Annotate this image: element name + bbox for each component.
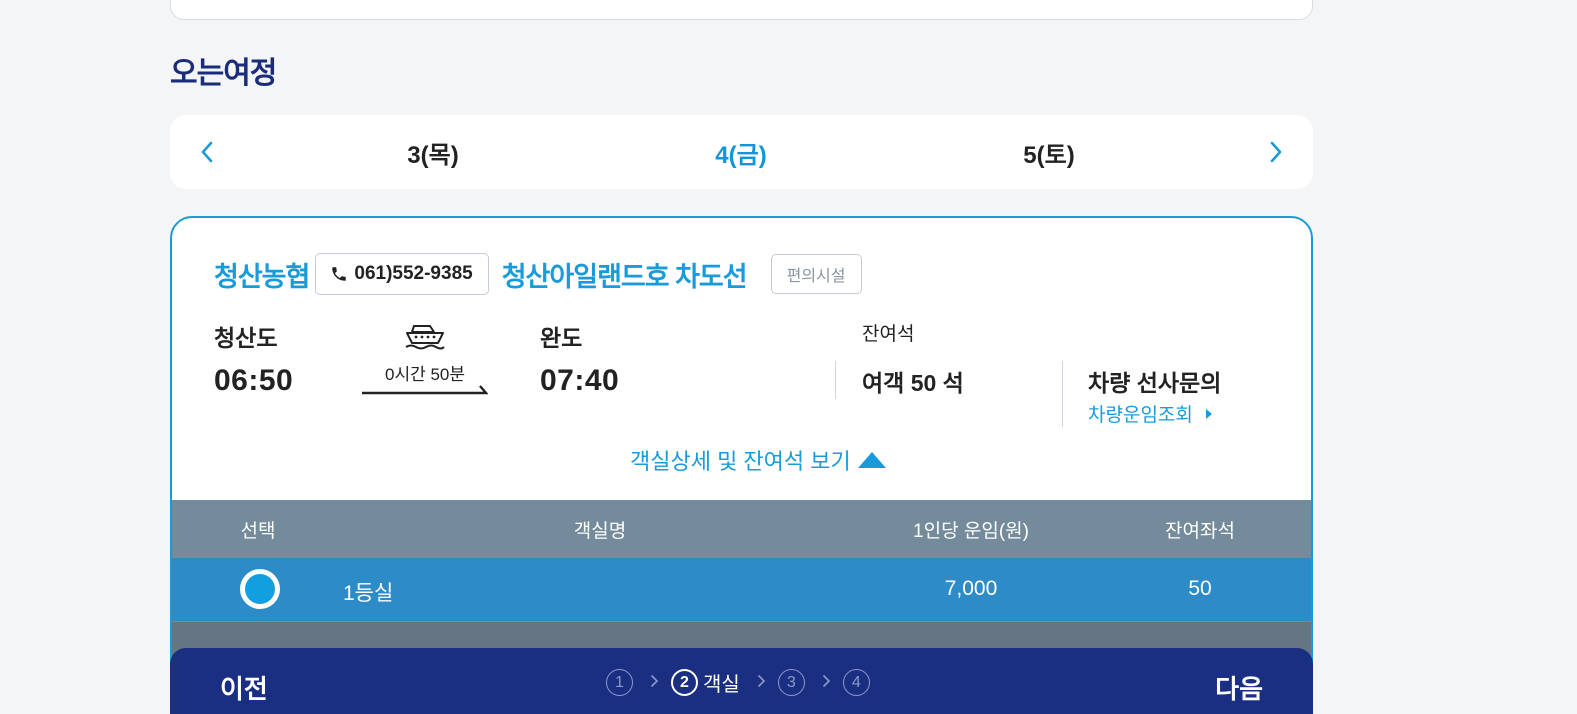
travel-duration: 0시간 50분 <box>384 365 466 384</box>
chevron-right-icon <box>822 674 830 688</box>
room-fare: 7,000 <box>944 577 998 600</box>
room-name: 1등실 <box>343 582 394 605</box>
departure-time: 06:50 <box>214 364 294 397</box>
remaining-seats-label: 잔여석 <box>862 324 915 345</box>
step-indicator: 1 2 객실 3 4 <box>606 668 870 697</box>
step-1: 1 <box>606 669 633 696</box>
vehicle-inquiry: 차량 선사문의 <box>1088 370 1222 396</box>
step-separator <box>822 672 831 693</box>
room-table-header: 선택 객실명 1인당 운임(원) 잔여좌석 <box>172 500 1311 558</box>
bottom-navigation: 이전 1 2 객실 3 4 다음 <box>170 648 1313 714</box>
header-select: 선택 <box>240 521 276 542</box>
step-separator <box>650 672 659 693</box>
arrival-port: 완도 <box>540 325 583 351</box>
route-header: 청산농협 061)552-9385 청산아일랜드호 차도선 편의시설 <box>214 253 862 295</box>
chevron-left-icon <box>201 141 213 163</box>
caret-right-icon <box>1205 408 1212 419</box>
triangle-up-icon <box>857 452 886 468</box>
header-room-name: 객실명 <box>573 521 627 542</box>
voyage-card: 청산농협 061)552-9385 청산아일랜드호 차도선 편의시설 청산도 0… <box>170 216 1313 714</box>
date-tab-active[interactable]: 4(금) <box>715 135 766 170</box>
chevron-right-icon <box>650 674 659 688</box>
departure-port: 청산도 <box>214 325 278 351</box>
arrival-time: 07:40 <box>540 364 620 397</box>
ship-icon <box>405 325 445 350</box>
previous-section-card <box>170 0 1313 20</box>
chevron-right-icon <box>757 674 765 688</box>
date-tab[interactable]: 5(토) <box>1023 135 1074 170</box>
phone-number-box[interactable]: 061)552-9385 <box>315 253 489 295</box>
step-4: 4 <box>842 669 870 696</box>
route-arrow-icon <box>362 385 488 395</box>
date-selector: 3(목) 4(금) 5(토) <box>170 115 1313 189</box>
room-seats: 50 <box>1188 577 1212 600</box>
ship-name: 청산아일랜드호 차도선 <box>501 261 748 292</box>
phone-icon <box>332 267 347 281</box>
divider <box>1062 361 1063 427</box>
chevron-right-icon <box>1270 141 1282 163</box>
prev-date-button[interactable] <box>192 137 222 167</box>
room-detail-toggle-label: 객실상세 및 잔여석 보기 <box>630 449 851 474</box>
date-tab[interactable]: 3(목) <box>407 135 458 170</box>
facility-button[interactable]: 편의시설 <box>770 254 862 294</box>
vehicle-fare-link[interactable]: 차량운임조회 <box>1088 400 1213 427</box>
operator-name: 청산농협 <box>214 261 310 292</box>
header-remaining-seats: 잔여좌석 <box>1165 521 1235 542</box>
section-title: 오는여정 <box>170 57 277 90</box>
prev-button[interactable]: 이전 <box>220 669 268 706</box>
divider <box>835 361 836 399</box>
next-date-button[interactable] <box>1261 137 1291 167</box>
next-button[interactable]: 다음 <box>1215 669 1263 706</box>
phone-number: 061)552-9385 <box>354 263 473 284</box>
room-detail-toggle[interactable]: 객실상세 및 잔여석 보기 <box>630 444 887 476</box>
step-separator <box>757 672 766 693</box>
step-3: 3 <box>777 669 805 696</box>
header-fare: 1인당 운임(원) <box>913 521 1029 542</box>
table-row[interactable]: 1등실 7,000 50 <box>172 558 1311 621</box>
step-2-active: 2 <box>671 669 698 696</box>
room-radio-selected[interactable] <box>240 569 280 609</box>
step-2-label: 객실 <box>703 674 740 696</box>
passenger-seats: 여객 50 석 <box>862 370 964 396</box>
vehicle-fare-link-label: 차량운임조회 <box>1088 405 1193 426</box>
